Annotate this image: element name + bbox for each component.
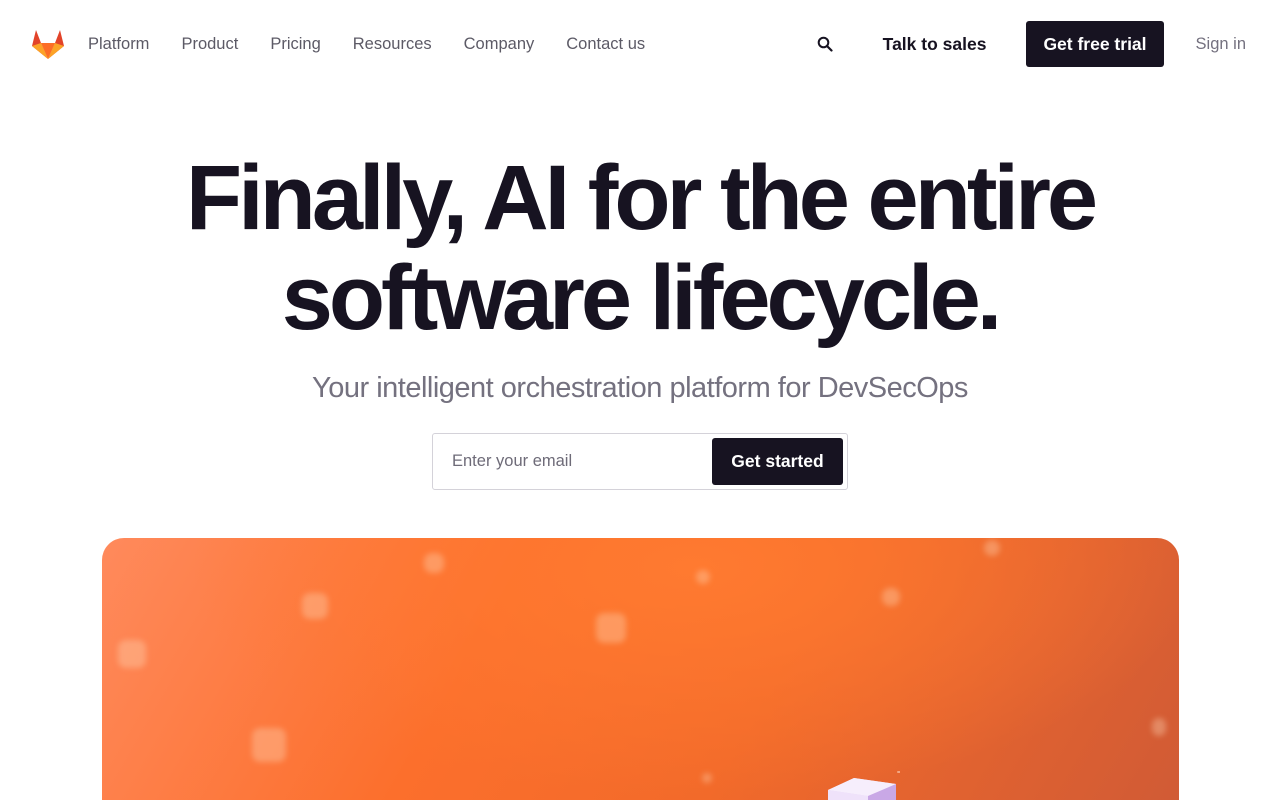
hero-video-panel[interactable]: + <box>102 538 1179 800</box>
nav-link-resources[interactable]: Resources <box>353 34 432 54</box>
hero-title-line-1: Finally, AI for the entire <box>185 147 1098 249</box>
get-started-button[interactable]: Get started <box>712 438 843 485</box>
nav-link-contact[interactable]: Contact us <box>566 34 645 54</box>
hero-subtitle: Your intelligent orchestration platform … <box>312 372 968 404</box>
gitlab-logo-icon[interactable] <box>30 26 66 62</box>
decorative-particle <box>702 773 712 783</box>
top-navigation: Platform Product Pricing Resources Compa… <box>0 0 1280 88</box>
decorative-particle <box>302 593 328 619</box>
decorative-particle <box>696 570 710 584</box>
decorative-particle <box>882 588 900 606</box>
search-button[interactable] <box>813 32 837 56</box>
hero-title: Finally, AI for the entire software life… <box>0 148 1280 348</box>
decorative-particle <box>424 553 444 573</box>
hero-title-line-2: software lifecycle. <box>281 247 1003 349</box>
decorative-particle <box>118 640 146 668</box>
nav-link-company[interactable]: Company <box>464 34 535 54</box>
nav-actions: Talk to sales Get free trial Sign in <box>813 21 1246 67</box>
email-signup-form: Get started <box>432 433 848 490</box>
decorative-particle <box>252 728 286 762</box>
svg-text:+: + <box>896 770 900 779</box>
nav-link-product[interactable]: Product <box>181 34 238 54</box>
search-icon <box>817 36 833 52</box>
mascot-cube-icon: + <box>828 770 900 800</box>
nav-link-platform[interactable]: Platform <box>88 34 149 54</box>
nav-link-pricing[interactable]: Pricing <box>270 34 320 54</box>
get-free-trial-button[interactable]: Get free trial <box>1026 21 1164 67</box>
primary-nav: Platform Product Pricing Resources Compa… <box>88 34 677 54</box>
decorative-particle <box>596 613 626 643</box>
sign-in-link[interactable]: Sign in <box>1196 35 1246 54</box>
decorative-particle <box>1152 718 1166 736</box>
email-input[interactable] <box>434 435 709 488</box>
decorative-particle <box>984 540 1000 556</box>
talk-to-sales-link[interactable]: Talk to sales <box>883 34 987 55</box>
